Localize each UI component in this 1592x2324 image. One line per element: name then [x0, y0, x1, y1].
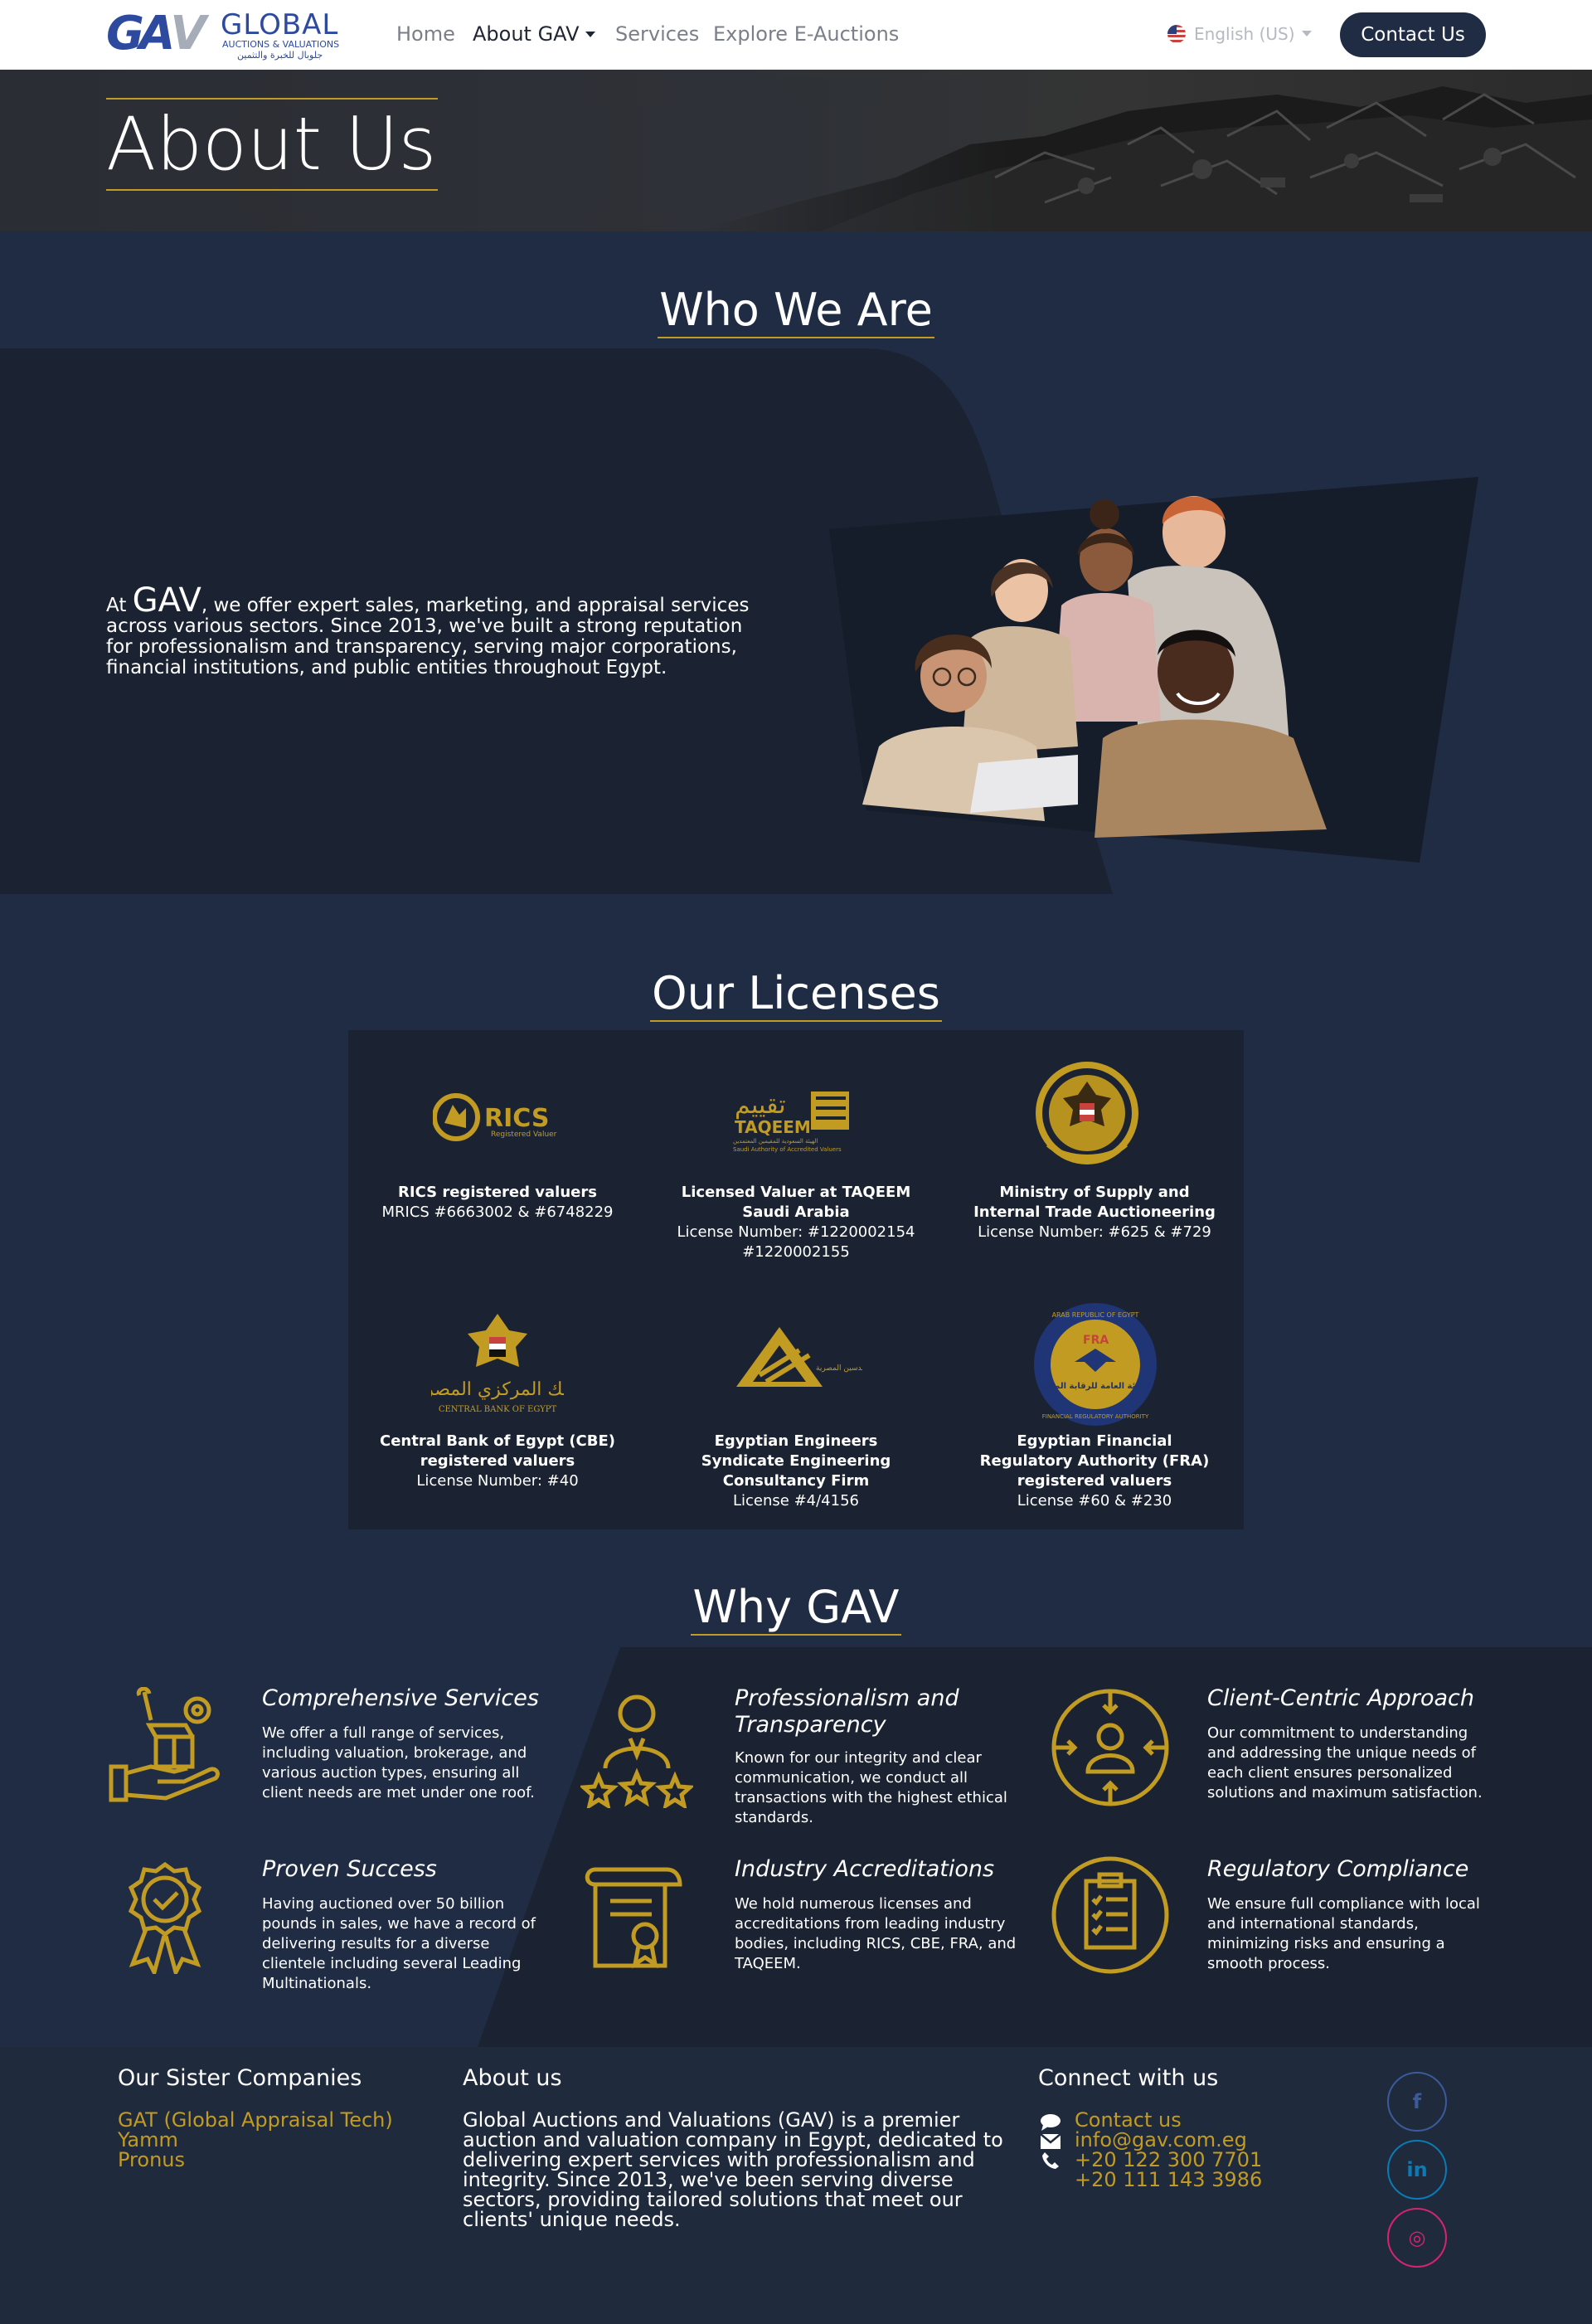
license-title: Ministry of Supply and Internal Trade Au…: [973, 1184, 1216, 1221]
svg-text:تقييم: تقييم: [735, 1091, 786, 1120]
why-title-client-centric: Client-Centric Approach: [1207, 1685, 1474, 1711]
instagram-icon[interactable]: ◎: [1387, 2208, 1447, 2268]
chat-bubble-icon: [1041, 2114, 1061, 2131]
envelope-icon: [1040, 2133, 1061, 2149]
language-selector[interactable]: English (US): [1167, 23, 1312, 45]
license-title: Central Bank of Egypt (CBE) registered v…: [379, 1432, 616, 1470]
license-title: RICS registered valuers: [398, 1184, 597, 1201]
engineers-syndicate-logo: نقابة المهندسين المصرية: [736, 1327, 862, 1387]
clipboard-checklist-icon: [1051, 1856, 1169, 1974]
footer-about-text: Global Auctions and Valuations (GAV) is …: [463, 2108, 1003, 2231]
svg-text:FINANCIAL REGULATORY AUTHORITY: FINANCIAL REGULATORY AUTHORITY: [1042, 1413, 1149, 1420]
why-title-regulatory-compliance: Regulatory Compliance: [1207, 1856, 1469, 1882]
svg-text:CENTRAL BANK OF EGYPT: CENTRAL BANK OF EGYPT: [439, 1405, 557, 1414]
footer-about-heading: About us: [463, 2065, 562, 2091]
cbe-logo: البنك المركزي المصري CENTRAL BANK OF EGY…: [431, 1314, 564, 1414]
sister-companies-heading: Our Sister Companies: [118, 2065, 362, 2091]
svg-text:الهيئة السعودية للمقيمين المعت: الهيئة السعودية للمقيمين المعتمدين: [733, 1138, 818, 1145]
why-title-comprehensive: Comprehensive Services: [262, 1685, 539, 1711]
license-ministry: Ministry of Supply and Internal Trade Au…: [970, 1183, 1219, 1242]
why-desc-professionalism: Known for our integrity and clear commun…: [735, 1749, 1007, 1826]
award-badge-icon: [128, 1861, 202, 1974]
who-we-are-text: At GAV, we offer expert sales, marketing…: [106, 581, 750, 678]
chevron-down-icon: [585, 32, 596, 37]
facebook-icon[interactable]: f: [1387, 2072, 1447, 2132]
license-engineers-syndicate: Egyptian Engineers Syndicate Engineering…: [672, 1432, 920, 1511]
logo-subtitle: AUCTIONS & VALUATIONS: [222, 39, 340, 50]
ministry-seal-logo: [1036, 1062, 1138, 1164]
linkedin-icon[interactable]: in: [1387, 2140, 1447, 2200]
nav-explore-e-auctions[interactable]: Explore E-Auctions: [713, 22, 899, 46]
license-fra: Egyptian Financial Regulatory Authority …: [970, 1432, 1219, 1511]
why-desc-industry-accreditations: We hold numerous licenses and accreditat…: [735, 1895, 1017, 1972]
us-flag-icon: [1167, 25, 1186, 43]
navbar: GAV GLOBAL AUCTIONS & VALUATIONS جلوبال …: [0, 0, 1592, 70]
certificate-scroll-icon: [585, 1867, 682, 1969]
licenses-panel: RICS Registered Valuer RICS registered v…: [348, 1030, 1244, 1529]
connect-heading: Connect with us: [1038, 2065, 1219, 2091]
svg-text:Saudi Authority of Accredited: Saudi Authority of Accredited Valuers: [733, 1146, 842, 1153]
svg-text:RICS: RICS: [484, 1104, 549, 1133]
license-detail: License #4/4156: [733, 1492, 859, 1510]
footer-phone-2[interactable]: +20 111 143 3986: [1075, 2170, 1262, 2190]
scrap-metal-image: [696, 78, 1592, 231]
why-desc-client-centric: Our commitment to understanding and addr…: [1207, 1724, 1483, 1801]
license-rics: RICS registered valuers MRICS #6663002 &…: [373, 1183, 622, 1223]
hand-box-tools-icon: [109, 1687, 220, 1802]
svg-text:TAQEEM: TAQEEM: [735, 1117, 811, 1137]
svg-text:FRA: FRA: [1083, 1334, 1109, 1347]
why-title-professionalism: Professionalism and Transparency: [735, 1685, 959, 1738]
sister-link-gat[interactable]: GAT (Global Appraisal Tech): [118, 2110, 393, 2130]
person-target-icon: [1051, 1689, 1169, 1806]
svg-text:Registered Valuer: Registered Valuer: [491, 1130, 557, 1139]
our-licenses-heading: Our Licenses: [0, 967, 1592, 1022]
logo-name: GLOBAL: [221, 8, 339, 41]
team-photo: [829, 477, 1478, 863]
svg-text:نقابة المهندسين المصرية: نقابة المهندسين المصرية: [816, 1364, 862, 1373]
page-title: About Us: [106, 98, 438, 191]
footer: Our Sister Companies GAT (Global Apprais…: [0, 2047, 1592, 2324]
gav-logo[interactable]: GAV GLOBAL AUCTIONS & VALUATIONS جلوبال …: [106, 7, 359, 61]
why-desc-comprehensive: We offer a full range of services, inclu…: [262, 1724, 535, 1801]
license-detail: License Number: #625 & #729: [978, 1223, 1211, 1241]
license-title: Egyptian Engineers Syndicate Engineering…: [701, 1432, 891, 1490]
why-title-industry-accreditations: Industry Accreditations: [735, 1856, 995, 1882]
nav-about-label: About GAV: [473, 22, 580, 46]
nav-services[interactable]: Services: [615, 22, 699, 46]
svg-text:البنك المركزي المصري: البنك المركزي المصري: [431, 1379, 564, 1400]
why-gav-heading: Why GAV: [0, 1581, 1592, 1636]
license-title: Egyptian Financial Regulatory Authority …: [979, 1432, 1210, 1490]
license-title: Licensed Valuer at TAQEEM Saudi Arabia: [681, 1184, 911, 1221]
license-detail: License Number: #40: [416, 1472, 579, 1490]
license-detail: License #60 & #230: [1017, 1492, 1172, 1510]
chevron-down-icon: [1301, 31, 1312, 36]
nav-about[interactable]: About GAV: [473, 22, 596, 46]
who-we-are-heading: Who We Are: [0, 284, 1592, 338]
svg-text:ARAB REPUBLIC OF EGYPT: ARAB REPUBLIC OF EGYPT: [1052, 1311, 1139, 1319]
license-detail: MRICS #6663002 & #6748229: [381, 1203, 614, 1221]
hero-banner: About Us: [0, 70, 1592, 231]
why-desc-proven-success: Having auctioned over 50 billion pounds …: [262, 1895, 536, 1992]
license-taqeem: Licensed Valuer at TAQEEM Saudi Arabia L…: [672, 1183, 920, 1262]
svg-text:الهيئة العامة للرقابة المالية: الهيئة العامة للرقابة المالية: [1040, 1382, 1150, 1391]
language-label: English (US): [1194, 24, 1295, 44]
fra-logo: ARAB REPUBLIC OF EGYPT FINANCIAL REGULAT…: [1034, 1303, 1157, 1426]
phone-icon: [1042, 2152, 1059, 2169]
footer-phone-1[interactable]: +20 122 300 7701: [1075, 2150, 1262, 2170]
license-detail: License Number: #1220002154 #1220002155: [677, 1223, 915, 1261]
license-cbe: Central Bank of Egypt (CBE) registered v…: [373, 1432, 622, 1491]
why-title-proven-success: Proven Success: [262, 1856, 437, 1882]
contact-us-button[interactable]: Contact Us: [1340, 12, 1486, 57]
sister-link-yamm[interactable]: Yamm: [118, 2130, 178, 2150]
footer-email-link[interactable]: info@gav.com.eg: [1075, 2130, 1247, 2150]
rics-logo: RICS Registered Valuer: [433, 1093, 557, 1141]
logo-arabic: جلوبال للخبرة والتثمين: [237, 50, 323, 61]
logo-mark: GAV: [106, 7, 206, 61]
nav-home[interactable]: Home: [396, 22, 455, 46]
why-desc-regulatory-compliance: We ensure full compliance with local and…: [1207, 1895, 1480, 1972]
taqeem-logo: تقييم TAQEEM الهيئة السعودية للمقيمين ال…: [733, 1091, 849, 1153]
footer-contact-link[interactable]: Contact us: [1075, 2110, 1182, 2130]
person-stars-icon: [580, 1694, 693, 1808]
sister-link-pronus[interactable]: Pronus: [118, 2150, 185, 2170]
